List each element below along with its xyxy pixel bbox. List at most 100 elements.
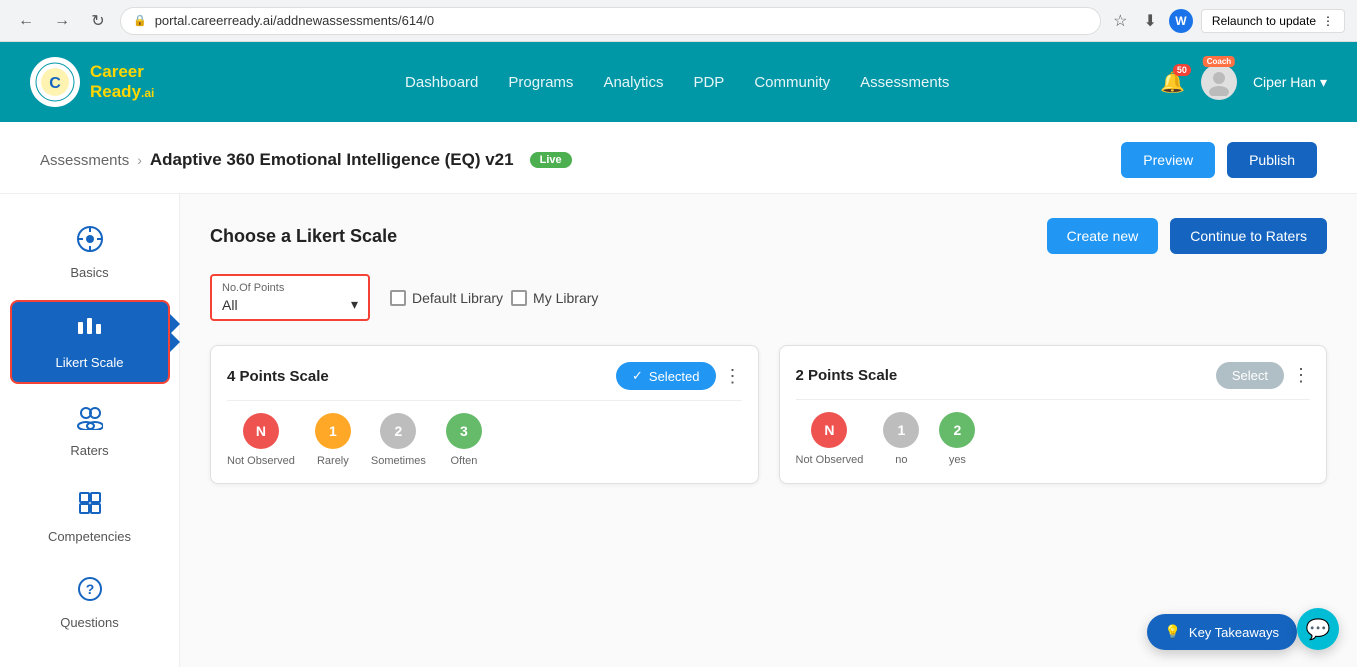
- relaunch-button[interactable]: Relaunch to update ⋮: [1201, 9, 1345, 33]
- sidebar-active-arrow: [170, 332, 180, 352]
- sidebar-item-questions[interactable]: ? Questions: [10, 564, 170, 642]
- nav-pdp[interactable]: PDP: [693, 74, 724, 91]
- notification-badge: 50: [1173, 64, 1191, 76]
- point-label-2-4: Sometimes: [371, 455, 426, 467]
- point-label-1-4: Rarely: [317, 455, 349, 467]
- likert-scale-icon: [76, 314, 104, 349]
- point-label-3-4: Often: [450, 455, 477, 467]
- point-circle-n-4: N: [243, 413, 279, 449]
- nav-analytics[interactable]: Analytics: [603, 74, 663, 91]
- live-badge: Live: [530, 152, 572, 168]
- notification-button[interactable]: 🔔 50: [1160, 70, 1185, 95]
- scales-grid: 4 Points Scale ✓ Selected ⋮ N Not O: [210, 345, 1327, 484]
- scale-point-n-4: N Not Observed: [227, 413, 295, 467]
- breadcrumb-bar: Assessments › Adaptive 360 Emotional Int…: [0, 122, 1357, 194]
- nav-assessments[interactable]: Assessments: [860, 74, 949, 91]
- points-filter-select[interactable]: All ▾: [222, 296, 358, 313]
- default-library-label: Default Library: [412, 290, 503, 306]
- main-content: Assessments › Adaptive 360 Emotional Int…: [0, 122, 1357, 670]
- address-bar[interactable]: 🔒 portal.careerready.ai/addnewassessment…: [120, 7, 1101, 35]
- coach-badge: Coach: [1203, 56, 1235, 67]
- scale-name-4: 4 Points Scale: [227, 368, 329, 385]
- chat-button[interactable]: 💬: [1297, 608, 1339, 650]
- svg-text:C: C: [49, 75, 61, 92]
- breadcrumb-separator: ›: [137, 152, 142, 168]
- nav-dashboard[interactable]: Dashboard: [405, 74, 478, 91]
- check-icon: ✓: [632, 368, 643, 384]
- app-nav: C Career Ready.ai Dashboard Programs Ana…: [0, 42, 1357, 122]
- point-circle-1-4: 1: [315, 413, 351, 449]
- scale-point-1-2: 1 no: [883, 412, 919, 466]
- point-label-n-2: Not Observed: [796, 454, 864, 466]
- point-circle-3-4: 3: [446, 413, 482, 449]
- sidebar-item-basics[interactable]: Basics: [10, 214, 170, 292]
- points-filter[interactable]: No.Of Points All ▾: [210, 274, 370, 321]
- panel-title: Choose a Likert Scale: [210, 226, 397, 247]
- breadcrumb: Assessments › Adaptive 360 Emotional Int…: [40, 150, 572, 170]
- profile-avatar: W: [1169, 9, 1193, 33]
- nav-community[interactable]: Community: [754, 74, 830, 91]
- logo-text: Career Ready.ai: [90, 62, 154, 103]
- browser-actions: ☆ ⬇ W Relaunch to update ⋮: [1109, 7, 1345, 35]
- scale-point-1-4: 1 Rarely: [315, 413, 351, 467]
- key-takeaways-button[interactable]: 💡 Key Takeaways: [1147, 614, 1297, 650]
- point-circle-1-2: 1: [883, 412, 919, 448]
- bookmark-button[interactable]: ☆: [1109, 7, 1131, 35]
- more-options-2[interactable]: ⋮: [1292, 365, 1310, 386]
- reload-button[interactable]: ↻: [84, 7, 112, 35]
- point-circle-n-2: N: [811, 412, 847, 448]
- points-filter-label: No.Of Points: [222, 282, 358, 294]
- scale-name-2: 2 Points Scale: [796, 367, 898, 384]
- select-button-2[interactable]: Select: [1216, 362, 1284, 389]
- download-button[interactable]: ⬇: [1140, 7, 1161, 35]
- point-circle-2-4: 2: [380, 413, 416, 449]
- my-library-box: [511, 290, 527, 306]
- sidebar: Basics Likert Scale: [0, 194, 180, 667]
- selected-button-4[interactable]: ✓ Selected: [616, 362, 716, 390]
- sidebar-item-competencies[interactable]: Competencies: [10, 478, 170, 556]
- sidebar-item-raters[interactable]: Raters: [10, 392, 170, 470]
- scale-card-header-4: 4 Points Scale ✓ Selected ⋮: [227, 362, 742, 401]
- publish-button[interactable]: Publish: [1227, 142, 1317, 178]
- point-circle-2-2: 2: [939, 412, 975, 448]
- nav-right: 🔔 50 Coach Ciper Han ▾: [1160, 64, 1327, 100]
- more-options-4[interactable]: ⋮: [724, 366, 742, 387]
- breadcrumb-current: Adaptive 360 Emotional Intelligence (EQ)…: [150, 150, 514, 170]
- points-filter-value: All: [222, 297, 238, 313]
- my-library-checkbox[interactable]: My Library: [511, 290, 598, 306]
- nav-programs[interactable]: Programs: [508, 74, 573, 91]
- panel-header: Choose a Likert Scale Create new Continu…: [210, 218, 1327, 254]
- sidebar-item-likert-scale[interactable]: Likert Scale: [10, 300, 170, 384]
- back-button[interactable]: ←: [12, 7, 40, 35]
- scale-actions-4: ✓ Selected ⋮: [616, 362, 742, 390]
- create-new-button[interactable]: Create new: [1047, 218, 1159, 254]
- breadcrumb-parent[interactable]: Assessments: [40, 152, 129, 169]
- scale-point-n-2: N Not Observed: [796, 412, 864, 466]
- continue-button[interactable]: Continue to Raters: [1170, 218, 1327, 254]
- default-library-checkbox[interactable]: Default Library: [390, 290, 503, 306]
- panel-actions: Create new Continue to Raters: [1047, 218, 1327, 254]
- point-label-2-2: yes: [949, 454, 966, 466]
- user-avatar: Coach: [1201, 64, 1237, 100]
- basics-icon: [77, 226, 103, 259]
- forward-button[interactable]: →: [48, 7, 76, 35]
- browser-bar: ← → ↻ 🔒 portal.careerready.ai/addnewasse…: [0, 0, 1357, 42]
- raters-icon: [77, 404, 103, 437]
- point-label-1-2: no: [895, 454, 907, 466]
- sidebar-questions-label: Questions: [60, 615, 119, 630]
- main-panel: Choose a Likert Scale Create new Continu…: [180, 194, 1357, 667]
- sidebar-raters-label: Raters: [70, 443, 108, 458]
- my-library-label: My Library: [533, 290, 598, 306]
- library-filters: Default Library My Library: [390, 290, 598, 306]
- key-takeaways-icon: 💡: [1165, 624, 1181, 640]
- scale-card-header-2: 2 Points Scale Select ⋮: [796, 362, 1311, 400]
- user-name[interactable]: Ciper Han ▾: [1253, 74, 1327, 91]
- scale-card-4-points: 4 Points Scale ✓ Selected ⋮ N Not O: [210, 345, 759, 484]
- scale-point-2-2: 2 yes: [939, 412, 975, 466]
- logo-icon: C: [30, 57, 80, 107]
- preview-button[interactable]: Preview: [1121, 142, 1215, 178]
- scale-card-2-points: 2 Points Scale Select ⋮ N Not Observed 1: [779, 345, 1328, 484]
- scale-points-2: N Not Observed 1 no 2 yes: [796, 412, 1311, 466]
- scale-points-4: N Not Observed 1 Rarely 2 Sometimes 3: [227, 413, 742, 467]
- sidebar-likert-wrapper: Likert Scale: [10, 300, 170, 384]
